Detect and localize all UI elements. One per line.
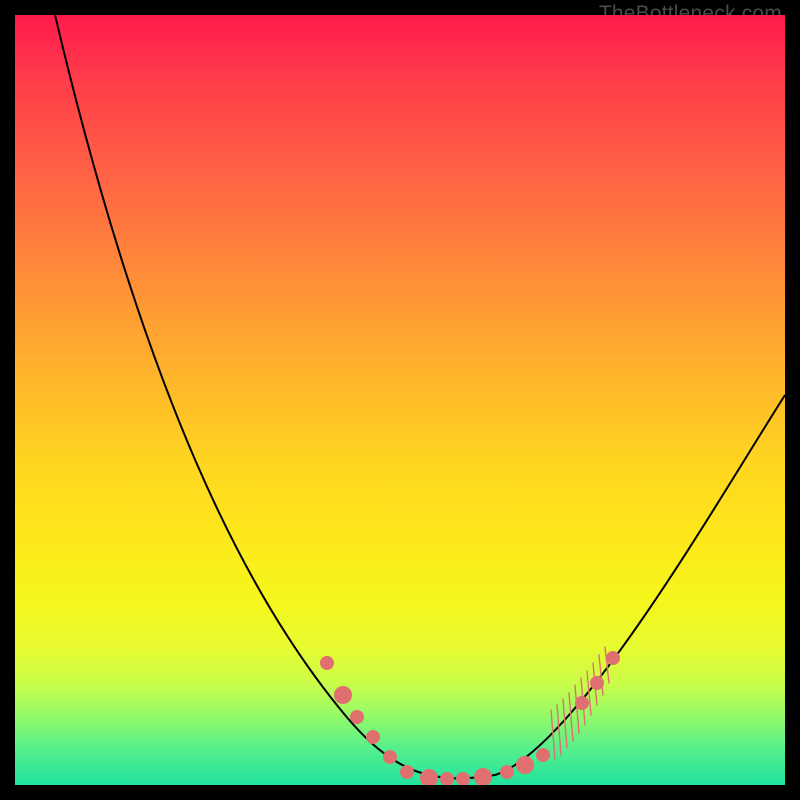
chart-frame <box>15 15 785 785</box>
gradient-background <box>15 15 785 785</box>
